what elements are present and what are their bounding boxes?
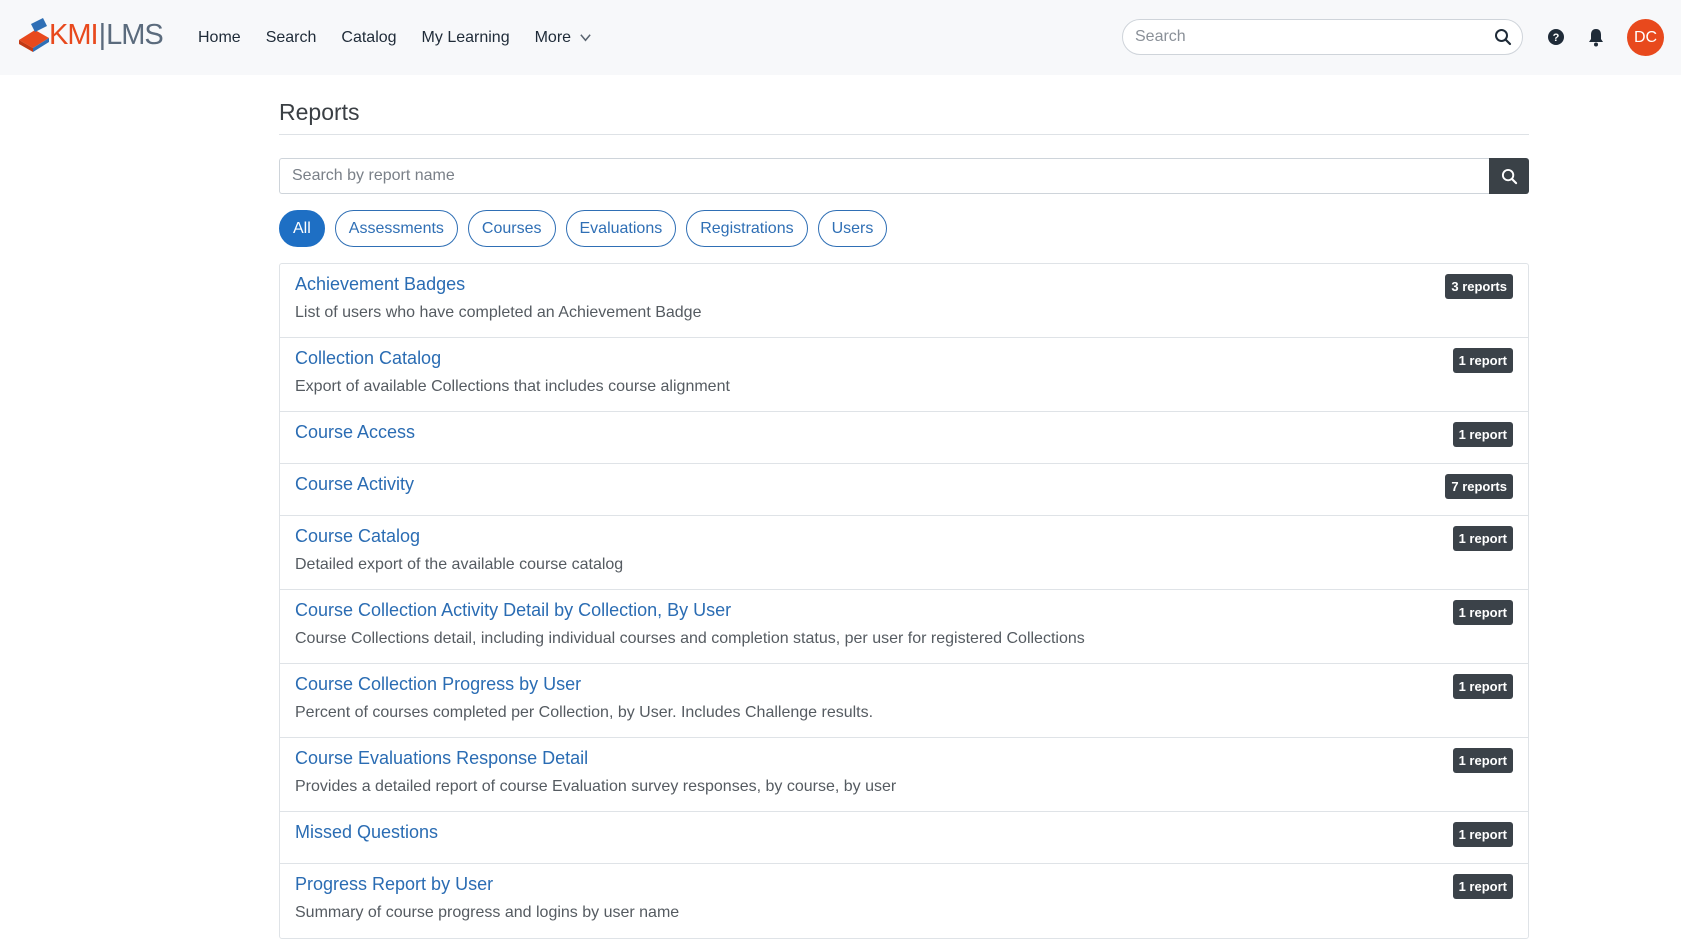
report-count-badge: 1 report (1452, 874, 1513, 899)
report-description: Course Collections detail, including ind… (295, 630, 1085, 647)
nav-more-label: More (534, 28, 572, 46)
list-item: Course Collection Activity Detail by Col… (280, 590, 1528, 664)
nav-catalog[interactable]: Catalog (341, 29, 396, 47)
global-search-input[interactable] (1135, 28, 1484, 46)
search-icon (1495, 29, 1512, 46)
logo-mark-icon (19, 18, 49, 52)
list-item: Course Activity 7 reports (280, 464, 1528, 516)
report-link[interactable]: Course Activity (295, 472, 414, 496)
report-link[interactable]: Achievement Badges (295, 272, 465, 296)
report-count-badge: 3 reports (1445, 274, 1513, 299)
reports-list: Achievement Badges List of users who hav… (279, 263, 1529, 939)
top-navbar: KMI|LMS Home Search Catalog My Learning … (0, 0, 1681, 75)
kmi-lms-logo[interactable]: KMI|LMS (17, 18, 164, 52)
main-nav: Home Search Catalog My Learning More (198, 0, 617, 75)
report-search-input[interactable] (279, 158, 1489, 194)
user-avatar[interactable]: DC (1627, 19, 1664, 56)
report-count-badge: 1 report (1452, 526, 1513, 551)
global-search (1122, 19, 1523, 55)
page-title: Reports (279, 99, 1529, 135)
report-count-badge: 1 report (1452, 822, 1513, 847)
report-link[interactable]: Course Access (295, 420, 415, 444)
nav-search[interactable]: Search (266, 29, 317, 47)
report-link[interactable]: Course Collection Progress by User (295, 672, 581, 696)
list-item: Course Evaluations Response Detail Provi… (280, 738, 1528, 812)
report-description: Detailed export of the available course … (295, 556, 624, 573)
list-item: Progress Report by User Summary of cours… (280, 864, 1528, 938)
nav-more-dropdown[interactable]: More (535, 29, 592, 47)
list-item: Course Access 1 report (280, 412, 1528, 464)
report-count-badge: 7 reports (1445, 474, 1513, 499)
report-search-button[interactable] (1489, 158, 1529, 194)
report-count-badge: 1 report (1452, 348, 1513, 373)
report-count-badge: 1 report (1452, 600, 1513, 625)
nav-my-learning[interactable]: My Learning (422, 29, 510, 47)
filter-assessments[interactable]: Assessments (334, 210, 458, 247)
report-description: List of users who have completed an Achi… (295, 304, 702, 321)
svg-text:?: ? (1553, 32, 1560, 44)
main-content: Reports All Assessments Courses Evaluati… (279, 75, 1529, 939)
logo-text: KMI|LMS (49, 18, 164, 52)
filter-users[interactable]: Users (817, 210, 888, 247)
report-count-badge: 1 report (1452, 422, 1513, 447)
report-description: Percent of courses completed per Collect… (295, 704, 874, 721)
report-link[interactable]: Course Evaluations Response Detail (295, 746, 588, 770)
report-description: Export of available Collections that inc… (295, 378, 730, 395)
logo-lms: LMS (106, 18, 164, 51)
notifications-bell-icon[interactable] (1587, 27, 1605, 47)
report-count-badge: 1 report (1452, 748, 1513, 773)
list-item: Course Collection Progress by User Perce… (280, 664, 1528, 738)
logo-separator: | (98, 18, 106, 51)
filter-registrations[interactable]: Registrations (686, 210, 808, 247)
help-icon[interactable]: ? (1547, 28, 1565, 46)
list-item: Missed Questions 1 report (280, 812, 1528, 864)
report-description: Summary of course progress and logins by… (295, 904, 680, 921)
logo-kmi: KMI (49, 18, 99, 51)
report-link[interactable]: Collection Catalog (295, 346, 441, 370)
report-link[interactable]: Missed Questions (295, 820, 438, 844)
report-search (279, 158, 1529, 194)
list-item: Course Catalog Detailed export of the av… (280, 516, 1528, 590)
report-description: Provides a detailed report of course Eva… (295, 778, 897, 795)
list-item: Collection Catalog Export of available C… (280, 338, 1528, 412)
filter-all[interactable]: All (279, 210, 325, 247)
report-category-filters: All Assessments Courses Evaluations Regi… (279, 210, 1529, 248)
report-count-badge: 1 report (1452, 674, 1513, 699)
chevron-down-icon (580, 34, 591, 42)
report-link[interactable]: Progress Report by User (295, 872, 493, 896)
filter-evaluations[interactable]: Evaluations (565, 210, 677, 247)
search-icon (1501, 168, 1517, 184)
global-search-button[interactable] (1484, 20, 1522, 54)
nav-home[interactable]: Home (198, 29, 241, 47)
filter-courses[interactable]: Courses (467, 210, 556, 247)
report-link[interactable]: Course Collection Activity Detail by Col… (295, 598, 731, 622)
list-item: Achievement Badges List of users who hav… (280, 264, 1528, 338)
report-link[interactable]: Course Catalog (295, 524, 420, 548)
